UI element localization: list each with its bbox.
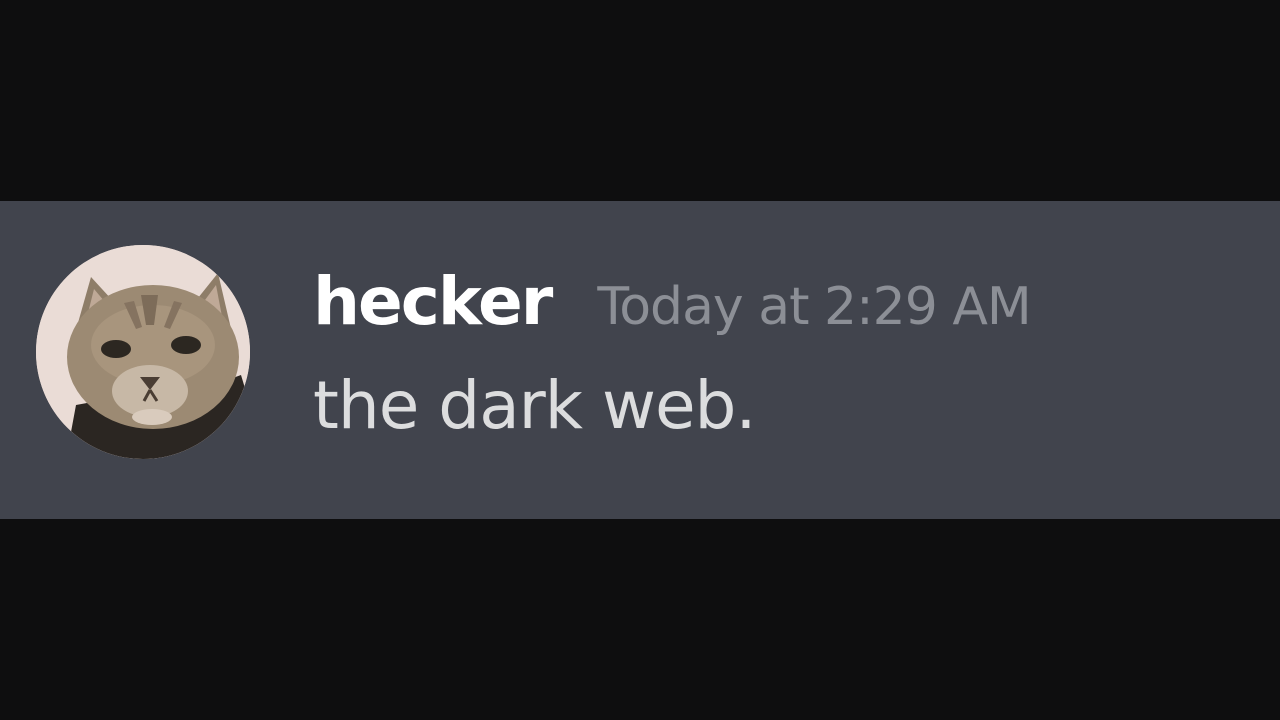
user-avatar[interactable] — [36, 245, 250, 459]
screen: hecker Today at 2:29 AM the dark web. — [0, 0, 1280, 720]
username[interactable]: hecker — [313, 263, 553, 340]
message-content: the dark web. — [313, 367, 756, 444]
chat-message: hecker Today at 2:29 AM the dark web. — [0, 201, 1280, 519]
timestamp: Today at 2:29 AM — [597, 277, 1031, 337]
message-header: hecker Today at 2:29 AM — [313, 263, 1032, 340]
cat-avatar-icon — [36, 245, 250, 459]
